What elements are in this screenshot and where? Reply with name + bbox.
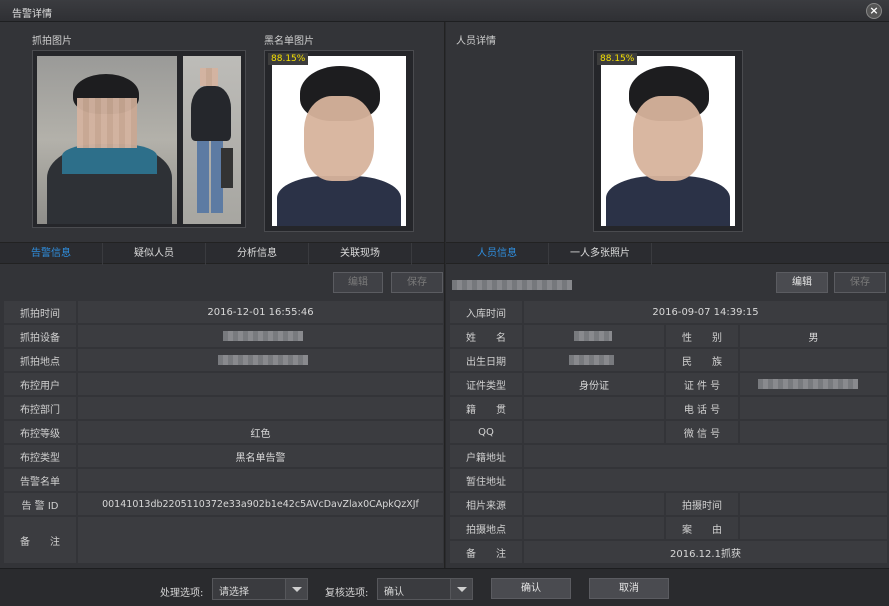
household-address-value: [524, 445, 887, 467]
id-type-value: 身份证: [524, 373, 664, 395]
person-name-header: [452, 280, 572, 290]
confirm-button[interactable]: 确认: [491, 578, 571, 599]
capture-image-label: 抓拍图片: [32, 36, 72, 47]
person-score-badge: 88.15%: [597, 53, 638, 65]
chevron-down-icon[interactable]: [450, 579, 472, 599]
person-info-table: 入库时间 2016-09-07 14:39:15 姓 名 性 别 男 出生日期 …: [448, 299, 889, 565]
person-tabs: 人员信息 一人多张照片: [446, 242, 889, 265]
match-score-badge: 88.15%: [268, 53, 309, 65]
table-row: 相片来源 拍摄时间: [450, 493, 887, 515]
temp-address-value: [524, 469, 887, 491]
save-button[interactable]: 保存: [391, 272, 443, 293]
tab-analysis[interactable]: 分析信息: [206, 243, 309, 265]
table-row: 拍摄地点 案 由: [450, 517, 887, 539]
shoot-place-value: [524, 517, 664, 539]
phone-value: [740, 397, 887, 419]
table-row: 布控部门: [4, 397, 443, 419]
chevron-down-icon[interactable]: [285, 579, 307, 599]
edit-button[interactable]: 编辑: [333, 272, 383, 293]
title-bar: 告警详情 ×: [0, 0, 889, 22]
close-icon[interactable]: ×: [866, 3, 882, 19]
alarm-list-value: [78, 469, 443, 491]
table-row: 户籍地址: [450, 445, 887, 467]
review-option-select[interactable]: 确认: [377, 578, 473, 600]
alarm-info-table: 抓拍时间 2016-12-01 16:55:46 抓拍设备 抓拍地点 布控用户 布…: [2, 299, 445, 565]
tab-alarm-info[interactable]: 告警信息: [0, 243, 103, 265]
gender-value: 男: [740, 325, 887, 347]
table-row: 暂住地址: [450, 469, 887, 491]
table-row: 入库时间 2016-09-07 14:39:15: [450, 301, 887, 323]
table-row: 布控用户: [4, 373, 443, 395]
blacklist-image-frame: 88.15%: [264, 50, 414, 232]
person-panel: 人员详情 88.15% 人员信息 一人多张照片 编辑 保存 入库时间 2016-…: [446, 22, 889, 568]
process-option-select[interactable]: 请选择: [212, 578, 308, 600]
table-row: 籍 贯 电 话 号: [450, 397, 887, 419]
table-row: 姓 名 性 别 男: [450, 325, 887, 347]
capture-location-value: [78, 349, 443, 371]
control-user-value: [78, 373, 443, 395]
blacklist-image-label: 黑名单图片: [264, 36, 314, 47]
remark-value: [78, 517, 443, 563]
id-number-value: [740, 373, 887, 395]
tab-related-scene[interactable]: 关联现场: [309, 243, 412, 265]
table-row: 抓拍设备: [4, 325, 443, 347]
case-value: [740, 517, 887, 539]
table-row: 证件类型 身份证 证 件 号: [450, 373, 887, 395]
table-row: 布控类型 黑名单告警: [4, 445, 443, 467]
capture-time-value: 2016-12-01 16:55:46: [78, 301, 443, 323]
table-row: 布控等级 红色: [4, 421, 443, 443]
process-option-label: 处理选项:: [160, 588, 204, 599]
alarm-tabs: 告警信息 疑似人员 分析信息 关联现场: [0, 242, 444, 265]
photo-source-value: [524, 493, 664, 515]
shoot-time-value: [740, 493, 887, 515]
tab-multi-photos[interactable]: 一人多张照片: [549, 243, 652, 265]
alarm-panel: 抓拍图片 黑名单图片 88.15% 告警信息 疑似人员 分析信息 关联现场 编辑…: [0, 22, 445, 568]
person-face-image[interactable]: [601, 56, 735, 226]
table-row: 告警名单: [4, 469, 443, 491]
control-type-value: 黑名单告警: [78, 445, 443, 467]
capture-device-value: [78, 325, 443, 347]
cancel-button[interactable]: 取消: [589, 578, 669, 599]
tab-person-info[interactable]: 人员信息: [446, 243, 549, 265]
capture-full-body-image[interactable]: [183, 56, 241, 224]
window-title: 告警详情: [12, 9, 52, 20]
table-row: QQ 微 信 号: [450, 421, 887, 443]
table-row: 抓拍时间 2016-12-01 16:55:46: [4, 301, 443, 323]
qq-value: [524, 421, 664, 443]
table-row: 告 警 ID 00141013db2205110372e33a902b1e42c5…: [4, 493, 443, 515]
tab-suspects[interactable]: 疑似人员: [103, 243, 206, 265]
control-department-value: [78, 397, 443, 419]
person-remark-value: 2016.12.1抓获: [524, 541, 887, 563]
birth-date-value: [524, 349, 664, 371]
table-row: 备 注: [4, 517, 443, 563]
action-bar: 处理选项: 请选择 复核选项: 确认 确认 取消: [0, 568, 889, 606]
review-option-label: 复核选项:: [325, 588, 369, 599]
control-level-value: 红色: [78, 421, 443, 443]
ethnicity-value: [740, 349, 887, 371]
person-save-button[interactable]: 保存: [834, 272, 886, 293]
alarm-id-value: 00141013db2205110372e33a902b1e42c5AVcDav…: [78, 493, 443, 515]
table-row: 抓拍地点: [4, 349, 443, 371]
person-edit-button[interactable]: 编辑: [776, 272, 828, 293]
name-value: [524, 325, 664, 347]
wechat-value: [740, 421, 887, 443]
person-detail-label: 人员详情: [456, 36, 496, 47]
entry-time-value: 2016-09-07 14:39:15: [524, 301, 887, 323]
capture-face-image[interactable]: [37, 56, 177, 224]
table-row: 备 注 2016.12.1抓获: [450, 541, 887, 563]
table-row: 出生日期 民 族: [450, 349, 887, 371]
native-place-value: [524, 397, 664, 419]
blacklist-face-image[interactable]: [272, 56, 406, 226]
person-image-frame: 88.15%: [593, 50, 743, 232]
capture-image-frame: [32, 50, 246, 228]
